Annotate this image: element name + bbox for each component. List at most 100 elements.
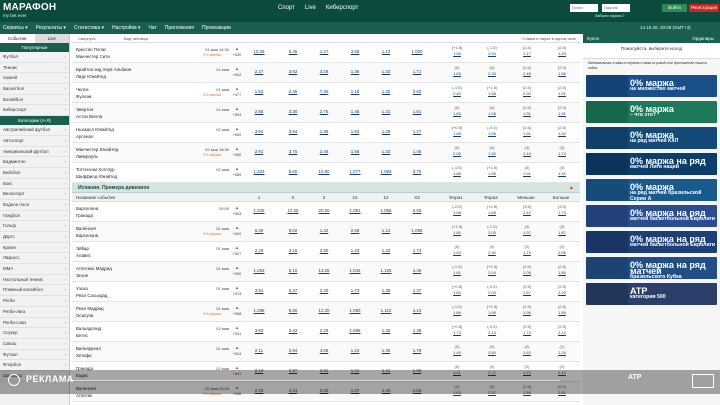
handicap-cell[interactable]: (-0.5) 2.05 xyxy=(480,284,504,296)
odds-cell[interactable]: 2.68 xyxy=(344,228,366,233)
event-teams[interactable]: Эйбар Алавес xyxy=(76,245,91,259)
odds-cell[interactable]: 1.42 xyxy=(313,228,335,233)
handicap-cell[interactable]: (-1.5) 1.88 xyxy=(445,165,469,177)
odds-cell[interactable]: 1.46 xyxy=(406,149,428,154)
more-markets-count[interactable]: +563 xyxy=(231,212,243,216)
handicap-odds[interactable]: 1.72 xyxy=(515,330,539,336)
login-input[interactable]: Логин xyxy=(570,4,598,12)
column-header[interactable]: 2 xyxy=(313,195,335,200)
handicap-cell[interactable]: (-1.5) 2.04 xyxy=(480,45,504,57)
handicap-odds[interactable]: 2.42 xyxy=(515,210,539,216)
handicap-cell[interactable]: (2.5) 1.80 xyxy=(550,264,574,276)
odds-cell[interactable]: 1.33 xyxy=(375,69,397,74)
odds-cell[interactable]: 12.20 xyxy=(313,308,335,313)
handicap-cell[interactable]: (-1.5) 1.81 xyxy=(445,264,469,276)
odds-cell[interactable]: 2.75 xyxy=(313,109,335,114)
handicap-cell[interactable]: (2) 1.62 xyxy=(515,344,539,356)
column-header[interactable]: X2 xyxy=(406,195,428,200)
promo-banner[interactable]: 0% маржа на ряд матчей КХЛ xyxy=(586,127,717,149)
handicap-odds[interactable]: 1.91 xyxy=(550,111,574,117)
team-away[interactable]: Реал Сосьедад xyxy=(76,292,107,299)
event-teams[interactable]: Кристал Пэлас Манчестер Сити xyxy=(76,46,110,60)
odds-cell[interactable]: 2.29 xyxy=(313,328,335,333)
sidebar-item[interactable]: Гольф xyxy=(0,221,69,232)
odds-cell[interactable]: 1.73 xyxy=(344,288,366,293)
team-away[interactable]: Фулхэм xyxy=(76,93,91,100)
stats-icon[interactable]: ▲ xyxy=(232,126,242,131)
tab-live[interactable]: Live xyxy=(35,34,70,43)
team-home[interactable]: Валенсия xyxy=(76,225,98,232)
handicap-cell[interactable]: (2.5) 2.12 xyxy=(550,324,574,336)
handicap-cell[interactable]: (3) 1.87 xyxy=(550,224,574,236)
handicap-cell[interactable]: (3) 1.97 xyxy=(515,224,539,236)
handicap-cell[interactable]: (+0.5) 1.85 xyxy=(445,125,469,137)
odds-cell[interactable]: 1.36 xyxy=(344,69,366,74)
handicap-odds[interactable]: 1.67 xyxy=(515,290,539,296)
sidebar-item[interactable]: Велоспорт xyxy=(0,189,69,200)
handicap-cell[interactable]: (0) 1.98 xyxy=(480,105,504,117)
table-view-checkbox[interactable]: Вид таблицы xyxy=(124,36,148,41)
team-home[interactable]: Атлетико Мадрид xyxy=(76,265,112,272)
odds-cell[interactable]: 1.71 xyxy=(406,69,428,74)
odds-cell[interactable]: 5.80 xyxy=(282,308,304,313)
odds-cell[interactable]: 2.29 xyxy=(248,248,270,253)
odds-cell[interactable]: 1.42 xyxy=(375,248,397,253)
odds-cell[interactable]: 4.45 xyxy=(282,89,304,94)
sidebar-item[interactable]: Австралийский футбол xyxy=(0,125,69,136)
more-markets-count[interactable]: +585 xyxy=(231,173,243,177)
event-teams[interactable]: Тоттенхэм Хотспур Шеффилд Юнайтед xyxy=(76,166,117,180)
handicap-cell[interactable]: (-1.5) 2.40 xyxy=(445,85,469,97)
odds-cell[interactable]: 5.60 xyxy=(282,169,304,174)
odds-cell[interactable]: 6.10 xyxy=(282,268,304,273)
more-markets-count[interactable]: +602 xyxy=(231,73,243,77)
odds-cell[interactable]: 4.10 xyxy=(406,308,428,313)
event-teams[interactable]: Вальядолид Бетис xyxy=(76,325,101,339)
odds-cell[interactable]: 10.50 xyxy=(313,169,335,174)
team-away[interactable]: Барселона xyxy=(76,232,98,239)
handicap-cell[interactable]: (+1.5) 1.98 xyxy=(480,165,504,177)
handicap-cell[interactable]: (0) 1.83 xyxy=(445,105,469,117)
handicap-odds[interactable]: 1.62 xyxy=(515,350,539,356)
odds-cell[interactable]: 1.92 xyxy=(344,129,366,134)
league-header[interactable]: Испания. Примера дивизион ▲ xyxy=(72,183,580,193)
promo-banner[interactable]: 0% маржа на ряд матчей бразильской Серии … xyxy=(586,179,717,201)
odds-cell[interactable]: 1.95 xyxy=(313,129,335,134)
handicap-odds[interactable]: 1.89 xyxy=(550,310,574,316)
handicap-cell[interactable]: (-1.5) 2.05 xyxy=(480,224,504,236)
handicap-cell[interactable]: (3) 1.74 xyxy=(550,145,574,157)
tab-events[interactable]: Событие xyxy=(0,34,35,43)
odds-cell[interactable]: 10.25 xyxy=(282,208,304,213)
forgot-password-link[interactable]: Забыли пароль? xyxy=(595,14,624,18)
handicap-odds[interactable]: 1.58 xyxy=(480,91,504,97)
handicap-odds[interactable]: 2.05 xyxy=(480,230,504,236)
event-teams[interactable]: Эвертон Астон Вилла xyxy=(76,106,102,120)
handicap-odds[interactable]: 1.80 xyxy=(550,270,574,276)
handicap-cell[interactable]: (0) 2.00 xyxy=(445,145,469,157)
sidebar-item[interactable]: Автоспорт xyxy=(0,136,69,147)
sidebar-item[interactable]: Американский футбол xyxy=(0,147,69,158)
handicap-cell[interactable]: (0) 1.63 xyxy=(445,65,469,77)
odds-cell[interactable]: 1.325 xyxy=(248,208,270,213)
handicap-odds[interactable]: 2.00 xyxy=(515,91,539,97)
handicap-odds[interactable]: 2.04 xyxy=(480,270,504,276)
odds-cell[interactable]: 1.27 xyxy=(313,49,335,54)
handicap-cell[interactable]: (-0.5) 2.13 xyxy=(480,324,504,336)
stats-icon[interactable]: ▲ xyxy=(232,166,242,171)
handicap-odds[interactable]: 1.98 xyxy=(445,210,469,216)
handicap-cell[interactable]: (2) 2.06 xyxy=(550,244,574,256)
team-away[interactable]: Астон Вилла xyxy=(76,113,102,120)
odds-cell[interactable]: 1.000 xyxy=(406,49,428,54)
handicap-odds[interactable]: 1.91 xyxy=(515,131,539,137)
handicap-odds[interactable]: 1.96 xyxy=(515,310,539,316)
sidebar-item[interactable]: Регби-лига xyxy=(0,307,69,318)
handicap-odds[interactable]: 1.73 xyxy=(550,210,574,216)
sidebar-item[interactable]: Регби xyxy=(0,296,69,307)
coupon-title[interactable]: Купон xyxy=(587,36,599,41)
handicap-odds[interactable]: 1.91 xyxy=(515,171,539,177)
handicap-odds[interactable]: 1.89 xyxy=(445,310,469,316)
team-home[interactable]: Ньюкасл Юнайтед xyxy=(76,126,114,133)
odds-cell[interactable]: 5.02 xyxy=(282,228,304,233)
handicap-odds[interactable]: 1.98 xyxy=(480,131,504,137)
odds-cell[interactable]: 2.91 xyxy=(248,149,270,154)
odds-cell[interactable]: 3.62 xyxy=(282,69,304,74)
